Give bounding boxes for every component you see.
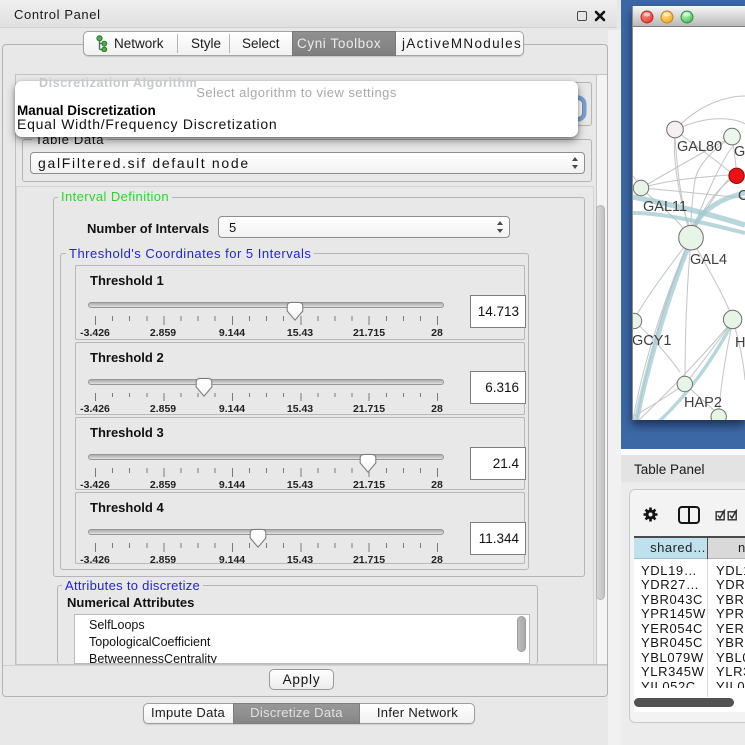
svg-text:H: H (735, 335, 745, 351)
svg-text:GAL4: GAL4 (690, 252, 727, 268)
svg-text:GAL11: GAL11 (643, 199, 687, 215)
svg-text:HAP2: HAP2 (684, 395, 722, 411)
svg-text:GCY1: GCY1 (633, 333, 672, 349)
svg-text:GAL80: GAL80 (677, 139, 722, 155)
svg-text:C: C (738, 188, 745, 204)
svg-text:GA: GA (734, 144, 745, 160)
